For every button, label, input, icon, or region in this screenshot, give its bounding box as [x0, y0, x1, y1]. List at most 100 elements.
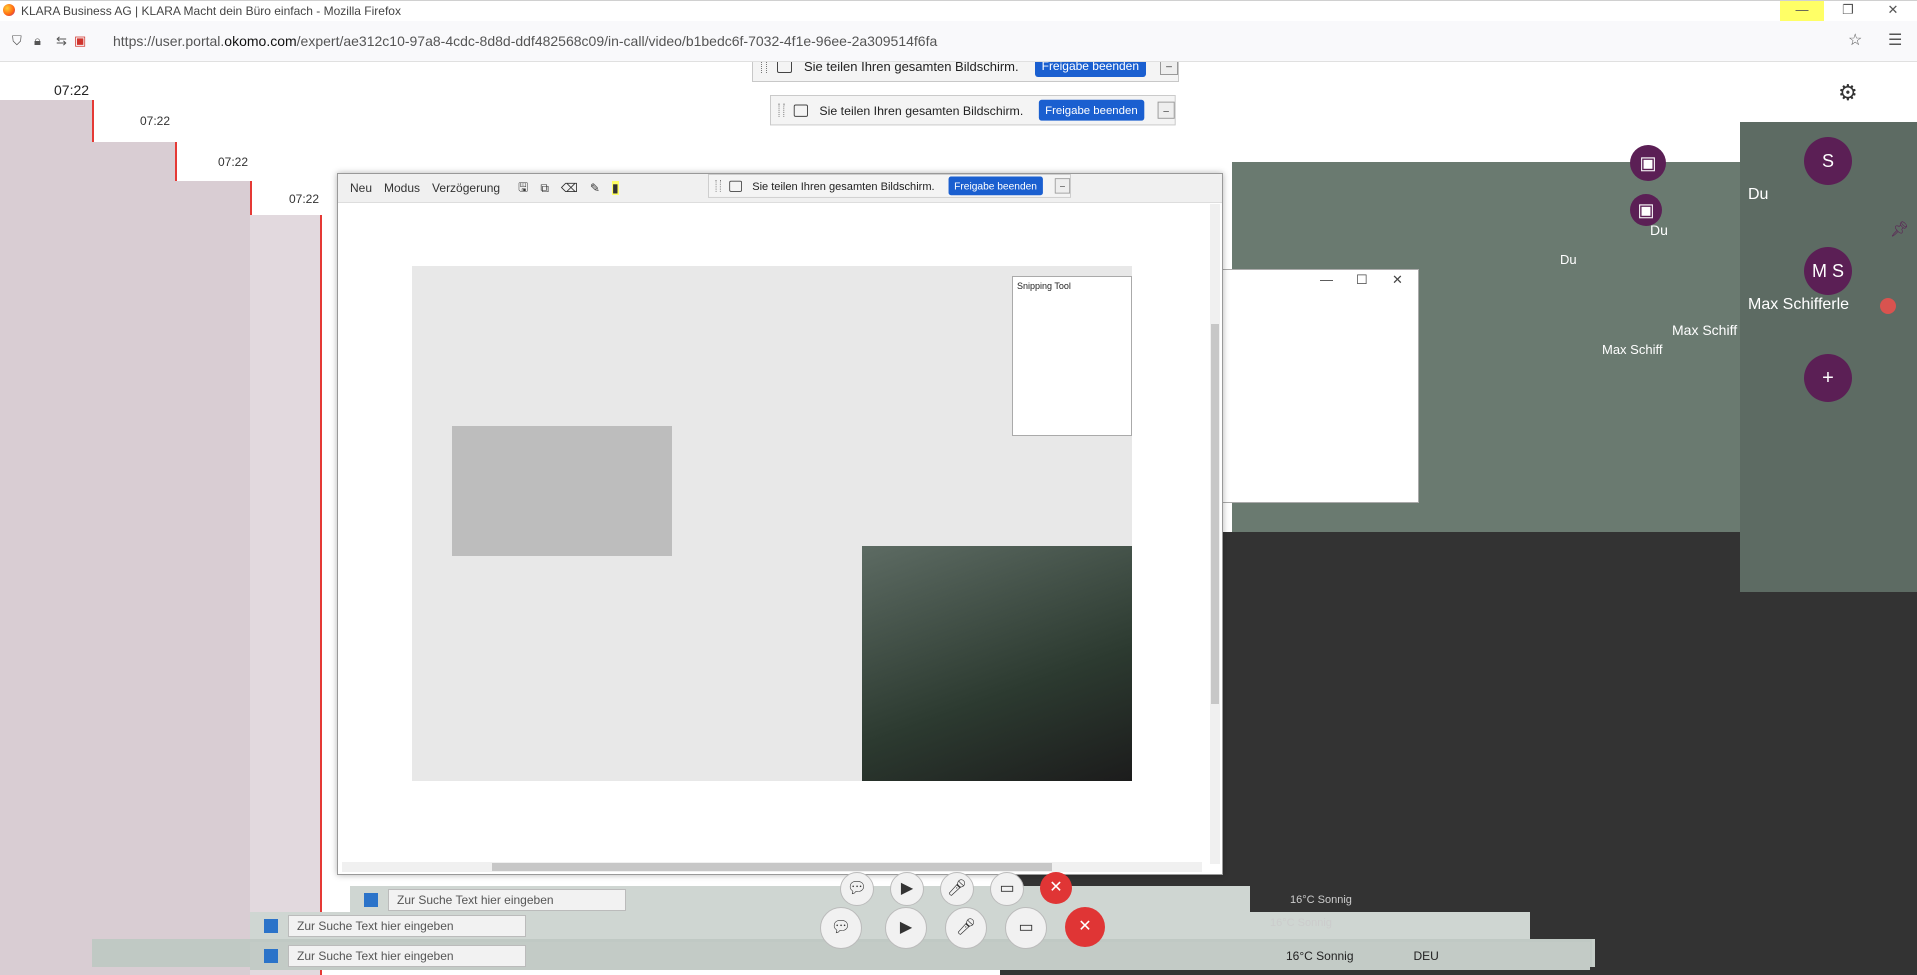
pin-icon[interactable]: 📌︎: [1890, 220, 1909, 238]
chat-icon[interactable]: 💬︎: [820, 907, 862, 949]
echo-screenshot: [452, 426, 672, 556]
pen-icon[interactable]: ✎: [590, 181, 600, 195]
contact-icon[interactable]: ▣: [1630, 194, 1662, 226]
drag-handle-icon: [778, 103, 785, 117]
echo-snipping-title: Snipping Tool: [1017, 281, 1071, 291]
highlighter-icon[interactable]: ▮: [611, 181, 619, 195]
horizontal-scrollbar[interactable]: [342, 862, 1202, 872]
stop-sharing-button: Freigabe beenden: [948, 176, 1043, 196]
url-path: /expert/ae312c10-97a8-4cdc-8d8d-ddf48256…: [296, 33, 938, 49]
end-call-icon[interactable]: ✕: [1065, 907, 1105, 947]
chat-icon: 💬︎: [840, 872, 874, 906]
echo-panel: [92, 142, 177, 975]
weather-widget[interactable]: 16°C Sonnig: [1286, 949, 1354, 963]
restore-button[interactable]: ❐: [1826, 1, 1870, 21]
hide-bar-button: _: [1157, 101, 1175, 119]
copy-icon[interactable]: ⧉: [540, 181, 549, 196]
stop-sharing-button[interactable]: Freigabe beenden: [1034, 62, 1147, 77]
scroll-thumb[interactable]: [1211, 324, 1219, 704]
microphone-icon: 🎤︎: [940, 872, 974, 906]
close-icon: ✕: [1392, 272, 1403, 287]
taskbar-search: Zur Suche Text hier eingeben: [288, 915, 526, 937]
scroll-thumb[interactable]: [492, 863, 1052, 871]
shield-icon[interactable]: ⛉: [12, 33, 22, 49]
url-domain: okomo.com: [224, 33, 297, 49]
window-title: KLARA Business AG | KLARA Macht dein Bür…: [21, 4, 401, 18]
hide-bar-button: _: [1054, 178, 1071, 194]
share-message: Sie teilen Ihren gesamten Bildschirm.: [804, 62, 1019, 74]
mode-dropdown[interactable]: Modus: [384, 181, 420, 195]
close-window-button[interactable]: ✕: [1871, 1, 1915, 21]
windows-start-icon: [264, 919, 278, 933]
microphone-icon[interactable]: 🎤︎: [945, 907, 987, 949]
echo-tunnel: [862, 546, 1132, 781]
call-timer: 07:22: [54, 82, 90, 98]
delay-dropdown[interactable]: Verzögerung: [432, 181, 500, 195]
maximize-icon: ☐: [1356, 272, 1368, 287]
weather-echo: 16°C Sonnig: [1290, 894, 1352, 906]
lock-icon[interactable]: 🔒︎: [34, 33, 41, 49]
echo-panel: [175, 181, 252, 975]
camera-icon[interactable]: ▶: [885, 907, 927, 949]
participant-name: Max Schifferle: [1748, 296, 1850, 313]
minimize-icon: —: [1320, 272, 1333, 287]
share-message: Sie teilen Ihren gesamten Bildschirm.: [819, 103, 1024, 118]
screen-share-indicator-icon[interactable]: ▣: [74, 33, 86, 49]
firefox-logo-icon: [3, 4, 15, 16]
echo-panel: [250, 215, 322, 975]
snipping-tool-window: Neu Modus Verzögerung 🖫︎ ⧉ ⌫ ✎ ▮ Sie tei…: [337, 173, 1223, 875]
taskbar-echo: Zur Suche Text hier eingeben: [350, 886, 1250, 914]
participant-name: Du: [1748, 186, 1769, 203]
taskbar-search: Zur Suche Text hier eingeben: [388, 889, 626, 911]
new-snip-button[interactable]: Neu: [350, 181, 372, 195]
screen-icon: [777, 62, 792, 73]
bookmark-star-icon[interactable]: ☆: [1848, 30, 1862, 50]
share-indicator-bar: Sie teilen Ihren gesamten Bildschirm. Fr…: [752, 62, 1180, 82]
contact-icon[interactable]: ▣: [1630, 145, 1666, 181]
title-bar: KLARA Business AG | KLARA Macht dein Bür…: [0, 0, 1917, 21]
language-indicator[interactable]: DEU: [1414, 949, 1439, 963]
echo-time: 07:22: [289, 192, 320, 206]
windows-start-icon[interactable]: [264, 949, 278, 963]
minimize-button[interactable]: —: [1780, 1, 1824, 21]
taskbar: Zur Suche Text hier eingeben 16°C Sonnig…: [250, 942, 1590, 970]
snip-preview: Snipping Tool: [412, 266, 1132, 781]
permissions-icon[interactable]: ⇆: [56, 33, 67, 49]
url-prefix: https://user.portal.: [113, 33, 225, 49]
save-icon[interactable]: 🖫︎: [518, 178, 528, 199]
screen-share-icon: ▭: [990, 872, 1024, 906]
share-indicator-bar: Sie teilen Ihren gesamten Bildschirm. Fr…: [770, 95, 1176, 126]
screen-share-icon[interactable]: ▭: [1005, 907, 1047, 949]
vertical-scrollbar[interactable]: [1210, 204, 1220, 864]
menu-icon[interactable]: ☰: [1888, 30, 1902, 50]
drag-handle-icon: [715, 179, 721, 192]
avatar: S: [1804, 137, 1852, 185]
echo-window: — ☐ ✕: [1219, 269, 1419, 503]
echo-panel: [0, 100, 94, 975]
echo-name: Max Schiff: [1602, 342, 1663, 357]
url-field[interactable]: https://user.portal.okomo.com/expert/ae3…: [113, 33, 937, 49]
video-call-app: 07:22 07:22 07:22 07:22 ⚙ Du Du Max Schi…: [0, 62, 1917, 975]
screen-icon: [729, 180, 742, 192]
hide-bar-button[interactable]: _: [1160, 62, 1179, 75]
participant-list: S Du 📌︎ M S Max Schifferle +: [1740, 122, 1917, 592]
echo-name: Du: [1560, 252, 1577, 267]
muted-indicator-icon: [1880, 298, 1896, 314]
end-call-icon: ✕: [1040, 872, 1072, 904]
windows-start-icon: [364, 893, 378, 907]
drag-handle-icon[interactable]: [761, 62, 767, 73]
camera-icon: ▶: [890, 872, 924, 906]
echo-time: 07:22: [140, 114, 171, 128]
taskbar-search[interactable]: Zur Suche Text hier eingeben: [288, 945, 526, 967]
add-participant-icon[interactable]: +: [1804, 354, 1852, 402]
weather-echo: 16°C Sonnig: [1270, 917, 1332, 929]
eraser-icon[interactable]: ⌫: [561, 181, 578, 195]
echo-time: 07:22: [218, 155, 249, 169]
share-indicator-bar: Sie teilen Ihren gesamten Bildschirm. Fr…: [708, 174, 1071, 198]
gear-icon[interactable]: ⚙: [1838, 80, 1858, 106]
avatar: M S: [1804, 247, 1852, 295]
stop-sharing-button: Freigabe beenden: [1038, 99, 1145, 121]
echo-name: Max Schiff: [1672, 322, 1738, 338]
screen-icon: [793, 104, 808, 117]
address-bar: ⛉ 🔒︎ ⇆ ▣ https://user.portal.okomo.com/e…: [0, 21, 1917, 62]
